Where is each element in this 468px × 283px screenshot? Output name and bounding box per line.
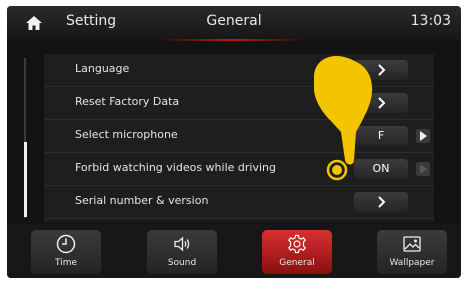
pointing-hand-icon	[314, 56, 373, 181]
